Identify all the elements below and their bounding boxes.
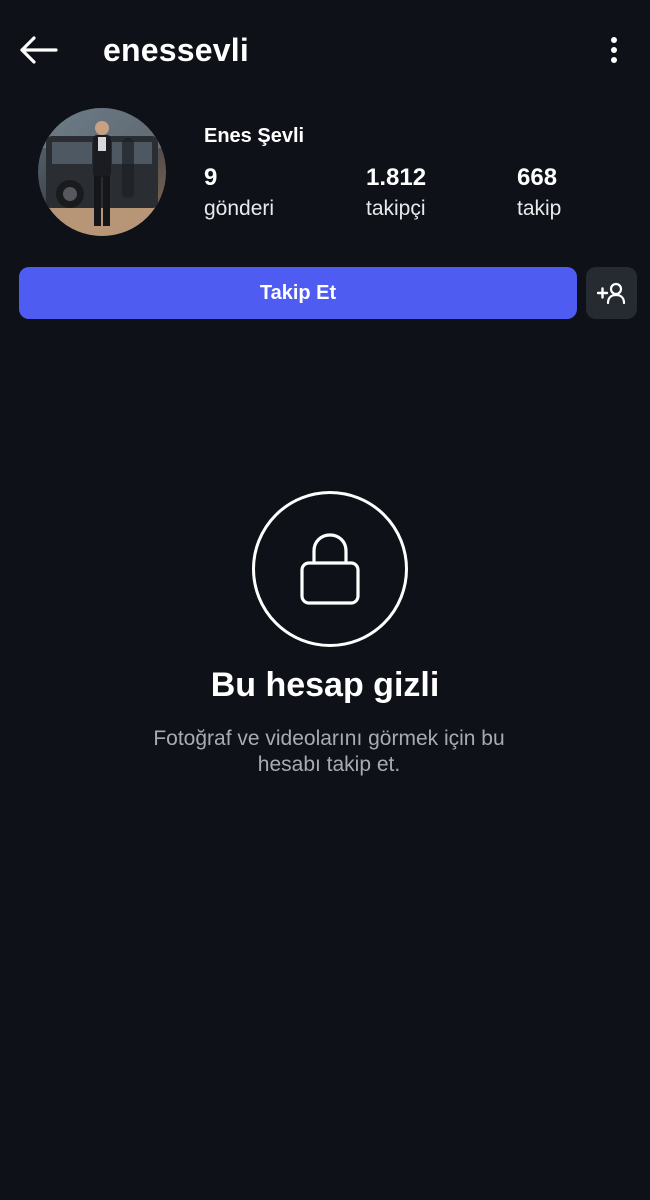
following-count: 668 xyxy=(517,164,558,191)
followers-stat[interactable]: 1.812 takipçi xyxy=(366,162,426,224)
follow-button[interactable]: Takip Et xyxy=(19,267,577,319)
posts-stat: 9 gönderi xyxy=(204,162,274,224)
private-account-description: Fotoğraf ve videolarını görmek için bu h… xyxy=(153,727,505,776)
back-button[interactable] xyxy=(14,28,62,72)
profile-screen: enessevli Enes Şevli 9 gönderi 1.812 tak… xyxy=(0,0,650,1200)
add-user-icon xyxy=(596,282,625,305)
lock-icon xyxy=(300,533,360,605)
followers-label: takipçi xyxy=(366,197,426,220)
followers-count: 1.812 xyxy=(366,164,427,191)
back-arrow-icon xyxy=(20,36,58,64)
following-stat[interactable]: 668 takip xyxy=(517,162,561,224)
private-account-title: Bu hesap gizli xyxy=(210,666,440,704)
more-options-button[interactable] xyxy=(602,30,626,70)
more-vertical-icon xyxy=(611,37,617,63)
suggest-users-button[interactable] xyxy=(586,267,637,319)
posts-label: gönderi xyxy=(204,197,275,220)
posts-count: 9 xyxy=(204,164,218,191)
following-label: takip xyxy=(517,197,562,220)
profile-username: enessevli xyxy=(103,32,249,68)
top-bar: enessevli xyxy=(0,0,650,100)
avatar[interactable] xyxy=(38,108,166,236)
avatar-photo xyxy=(38,108,166,236)
private-lock-badge xyxy=(252,491,408,647)
display-name: Enes Şevli xyxy=(204,125,305,147)
